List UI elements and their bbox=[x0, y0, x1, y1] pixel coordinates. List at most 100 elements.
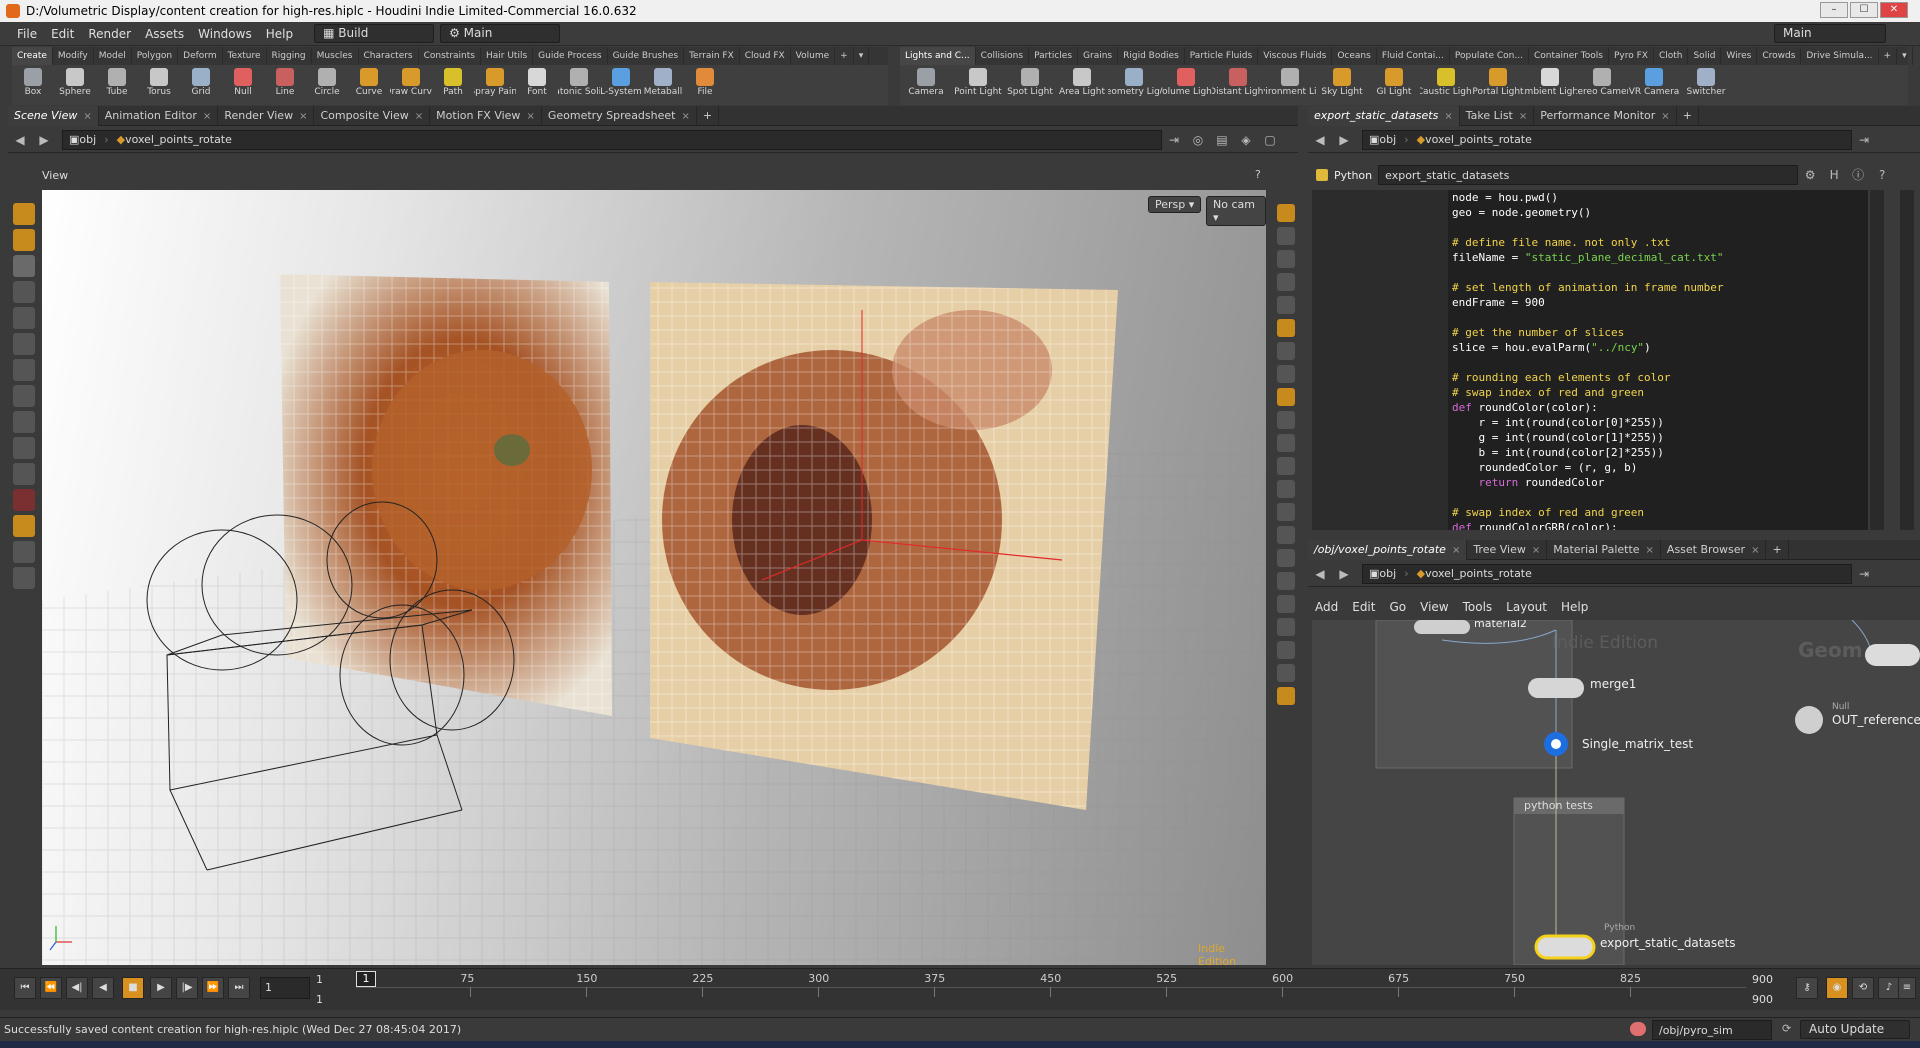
shelf-right-tab[interactable]: Populate Con... bbox=[1450, 47, 1529, 65]
start-frame-label[interactable]: 1 bbox=[316, 973, 323, 986]
pane-tab[interactable]: Asset Browser × bbox=[1661, 539, 1767, 560]
point-light-icon[interactable] bbox=[1277, 342, 1295, 360]
sphere-tool[interactable]: Sphere bbox=[54, 65, 96, 105]
shelf-left-tab[interactable]: Constraints bbox=[419, 47, 481, 65]
pane-tab[interactable]: Geometry Spreadsheet × bbox=[542, 105, 697, 126]
move-tool-icon[interactable] bbox=[13, 307, 35, 329]
key-icon[interactable]: ⚷ bbox=[1796, 977, 1818, 999]
prev-key-icon[interactable]: ⏪ bbox=[40, 977, 62, 999]
box-tool[interactable]: Box bbox=[12, 65, 54, 105]
snapshot-icon[interactable] bbox=[1277, 664, 1295, 682]
back-arrow-icon[interactable]: ◀ bbox=[1311, 565, 1329, 583]
shelf-menu-icon[interactable]: ▾ bbox=[854, 47, 870, 65]
network-editor[interactable]: material2 merge1 Single_matrix_test pyth… bbox=[1312, 620, 1920, 965]
network-menu-item[interactable]: Layout bbox=[1499, 600, 1554, 614]
forward-arrow-icon[interactable]: ▶ bbox=[1335, 565, 1353, 583]
shelf-left-tab[interactable]: Rigging bbox=[267, 47, 312, 65]
shelf-right-tab[interactable]: Grains bbox=[1078, 47, 1119, 65]
python-node[interactable] bbox=[1534, 934, 1596, 960]
shelf-right-tab[interactable]: Oceans bbox=[1332, 47, 1377, 65]
shelf-right-tab[interactable]: Lights and C... bbox=[900, 47, 976, 65]
gi-light-tool[interactable]: GI Light bbox=[1368, 65, 1420, 105]
current-frame-field[interactable]: 1 bbox=[260, 977, 310, 999]
close-tab-icon[interactable]: × bbox=[1661, 111, 1669, 122]
l-system-tool[interactable]: L-System bbox=[600, 65, 642, 105]
sim-path-field[interactable]: /obj/pyro_sim bbox=[1652, 1020, 1772, 1040]
portal-light-tool[interactable]: Portal Light bbox=[1472, 65, 1524, 105]
pane-tab[interactable]: Animation Editor × bbox=[99, 105, 219, 126]
paint-tool-icon[interactable] bbox=[13, 255, 35, 277]
display-options-icon[interactable] bbox=[1277, 204, 1295, 222]
bulb-icon[interactable] bbox=[1277, 365, 1295, 383]
end-frame-label-2[interactable]: 900 bbox=[1752, 993, 1773, 1006]
desktop-dropdown[interactable]: ▦ Build bbox=[314, 24, 435, 43]
code-scrollbar[interactable] bbox=[1870, 190, 1884, 530]
back-arrow-icon[interactable]: ◀ bbox=[1311, 131, 1329, 149]
point-display-icon[interactable] bbox=[1277, 434, 1295, 452]
light-icon[interactable] bbox=[1277, 319, 1295, 337]
param-scrollbar[interactable] bbox=[1900, 190, 1914, 530]
shelf-left-tab[interactable]: Muscles bbox=[312, 47, 359, 65]
select-tool-icon[interactable] bbox=[13, 203, 35, 225]
shelf-right-tab[interactable]: Rigid Bodies bbox=[1118, 47, 1185, 65]
refresh-icon[interactable]: ⟳ bbox=[1782, 1022, 1791, 1035]
close-tab-icon[interactable]: × bbox=[1532, 545, 1540, 556]
persp-dropdown[interactable]: Persp ▾ bbox=[1148, 196, 1202, 213]
shelf-right-tab[interactable]: Pyro FX bbox=[1609, 47, 1654, 65]
null-node[interactable] bbox=[1795, 706, 1823, 734]
minimize-button[interactable]: – bbox=[1820, 2, 1848, 18]
lock-icon[interactable] bbox=[1277, 250, 1295, 268]
stereo-camera-tool[interactable]: Stereo Camera bbox=[1576, 65, 1628, 105]
menu-file[interactable]: File bbox=[10, 27, 44, 41]
close-tab-icon[interactable]: × bbox=[1452, 545, 1460, 556]
viewport-help-icon[interactable]: ? bbox=[1255, 168, 1261, 181]
normals-icon[interactable] bbox=[1277, 457, 1295, 475]
primitive-icon[interactable] bbox=[1277, 526, 1295, 544]
material-node[interactable] bbox=[1414, 620, 1470, 634]
platonic-solids-tool[interactable]: Platonic Solids bbox=[558, 65, 600, 105]
close-tab-icon[interactable]: × bbox=[681, 111, 689, 122]
shelf-left-tab[interactable]: Characters bbox=[359, 47, 419, 65]
pane-tab[interactable]: Take List × bbox=[1460, 105, 1535, 126]
spot-light-tool[interactable]: Spot Light bbox=[1004, 65, 1056, 105]
vr-camera-tool[interactable]: VR Camera bbox=[1628, 65, 1680, 105]
forward-arrow-icon[interactable]: ▶ bbox=[35, 131, 53, 149]
merge-node[interactable] bbox=[1528, 678, 1584, 698]
camera-dropdown[interactable]: No cam ▾ bbox=[1206, 196, 1266, 226]
shelf-left-tab[interactable]: Texture bbox=[223, 47, 267, 65]
distant-light-tool[interactable]: Distant Light bbox=[1212, 65, 1264, 105]
volume-light-tool[interactable]: Volume Light bbox=[1160, 65, 1212, 105]
pane-tab[interactable]: Motion FX View × bbox=[430, 105, 542, 126]
network-path-field[interactable]: ▣ obj › ◆ voxel_points_rotate bbox=[1362, 563, 1852, 584]
vertex-icon[interactable] bbox=[1277, 595, 1295, 613]
shelf-left-tab[interactable]: Modify bbox=[53, 47, 94, 65]
magnet-icon[interactable] bbox=[13, 463, 35, 485]
forward-arrow-icon[interactable]: ▶ bbox=[1335, 131, 1353, 149]
shelf-menu-icon[interactable]: ▾ bbox=[1897, 47, 1913, 65]
magnet-red-icon[interactable] bbox=[13, 489, 35, 511]
back-arrow-icon[interactable]: ◀ bbox=[11, 131, 29, 149]
shelf-left-tab[interactable]: Deform bbox=[178, 47, 223, 65]
shelf-right-tab[interactable]: Collisions bbox=[976, 47, 1030, 65]
play-icon[interactable]: ▶ bbox=[150, 977, 172, 999]
shelf-left-tab[interactable]: Terrain FX bbox=[684, 47, 740, 65]
pin-icon[interactable]: ⇥ bbox=[1165, 131, 1183, 149]
right-desktop-dropdown[interactable]: Main bbox=[1774, 24, 1886, 43]
shelf-right-tab[interactable]: Crowds bbox=[1757, 47, 1802, 65]
realtime-icon[interactable]: ◉ bbox=[1826, 977, 1848, 999]
shelf-right-tab[interactable]: Particle Fluids bbox=[1185, 47, 1259, 65]
edge-icon[interactable] bbox=[1277, 572, 1295, 590]
end-frame-label[interactable]: 900 bbox=[1752, 973, 1773, 986]
shelf-right-tab[interactable]: Drive Simula... bbox=[1801, 47, 1879, 65]
jump-start-icon[interactable]: ⏮ bbox=[14, 977, 36, 999]
shelf-right-tab[interactable]: Container Tools bbox=[1529, 47, 1609, 65]
view-tool-icon[interactable] bbox=[13, 515, 35, 537]
playbar-options-icon[interactable]: ≡ bbox=[1898, 977, 1916, 999]
shelf-left-tab[interactable]: Volume bbox=[791, 47, 836, 65]
camera-icon[interactable] bbox=[1277, 388, 1295, 406]
add-pane-tab-icon[interactable]: + bbox=[1766, 539, 1789, 560]
camera-tool[interactable]: Camera bbox=[900, 65, 952, 105]
area-light-tool[interactable]: Area Light bbox=[1056, 65, 1108, 105]
null-tool[interactable]: Null bbox=[222, 65, 264, 105]
network-menu-item[interactable]: Help bbox=[1554, 600, 1595, 614]
